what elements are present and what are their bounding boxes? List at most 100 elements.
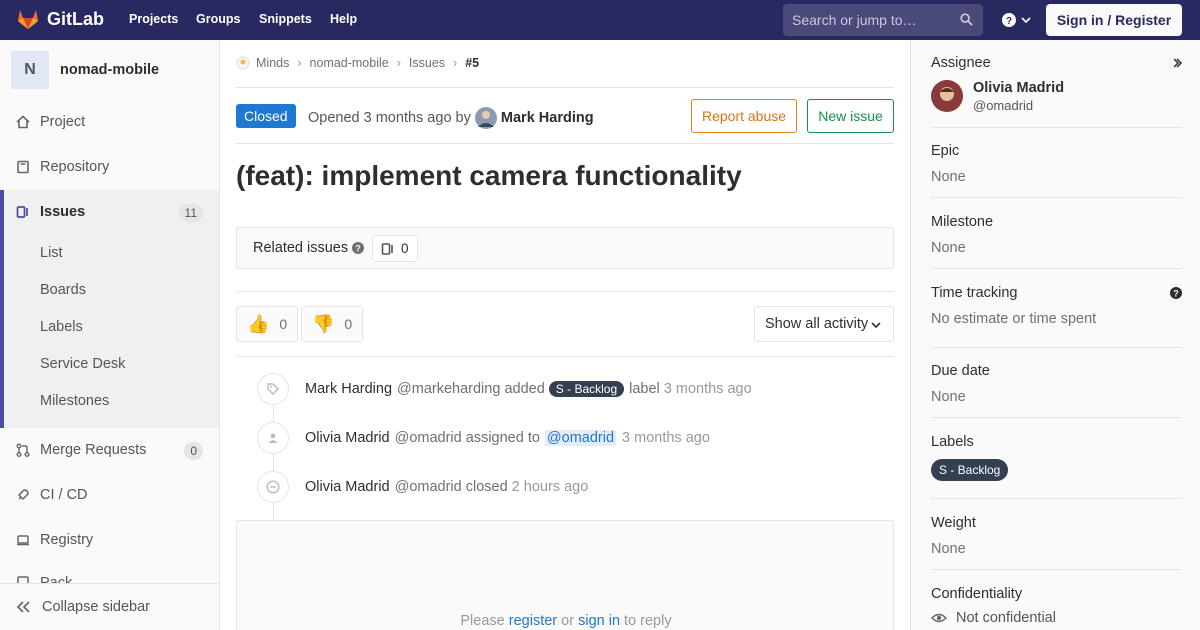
package-icon (17, 576, 29, 583)
related-issues-panel: Related issues ? 0 (236, 227, 894, 269)
assignee-label: Assignee (931, 55, 991, 71)
activity-filter-dropdown[interactable]: Show all activity (754, 306, 894, 342)
assignee-handle[interactable]: @omadrid (973, 98, 1033, 113)
breadcrumb-group[interactable]: Minds (256, 56, 289, 70)
sidebar-sub-service-desk[interactable]: Service Desk (40, 356, 125, 372)
label-badge[interactable]: S - Backlog (931, 459, 1009, 481)
reply-suffix: to reply (624, 613, 672, 629)
issue-title: (feat): implement camera functionality (236, 160, 742, 191)
sidebar-item-merge-requests[interactable]: Merge Requests 0 (0, 428, 219, 472)
sidebar-item-registry[interactable]: Registry (0, 518, 219, 562)
project-avatar[interactable]: N (11, 51, 49, 89)
question-circle-icon[interactable]: ? (352, 242, 364, 254)
status-badge: Closed (236, 104, 296, 128)
question-circle-icon[interactable]: ? (1170, 287, 1182, 299)
gitlab-logo[interactable]: GitLab (16, 7, 104, 31)
thumbs-down-count: 0 (344, 316, 353, 332)
confidentiality-block: Confidentiality Not confidential (931, 586, 1182, 626)
search-placeholder: Search or jump to… (792, 12, 917, 28)
sidebar-item-ci-cd[interactable]: CI / CD (0, 473, 219, 517)
new-issue-button[interactable]: New issue (807, 99, 894, 133)
sidebar-item-label: Repository (40, 159, 110, 175)
timeline-action: assigned to (465, 430, 540, 446)
related-count-value: 0 (401, 241, 409, 256)
breadcrumb-current[interactable]: #5 (465, 56, 479, 70)
user-icon (268, 433, 278, 443)
labels-block: Labels (931, 434, 1182, 450)
project-name[interactable]: nomad-mobile (60, 62, 159, 78)
breadcrumb: Minds › nomad-mobile › Issues › #5 (236, 56, 479, 70)
thumbs-down-button[interactable]: 👎 0 (301, 306, 364, 342)
timeline-author[interactable]: Olivia Madrid (305, 479, 390, 495)
milestone-value: None (931, 240, 966, 256)
double-chevron-right-icon[interactable] (1169, 57, 1183, 69)
timeline-entry: Olivia Madrid @omadrid assigned to @omad… (305, 430, 710, 446)
assignee-avatar[interactable] (931, 80, 963, 112)
sidebar-sub-list[interactable]: List (40, 245, 63, 261)
label-badge[interactable]: S - Backlog (548, 381, 625, 397)
assignee-block: Assignee (931, 55, 1182, 71)
divider (236, 356, 894, 357)
project-sidebar: N nomad-mobile Project Repository Issues… (0, 40, 220, 630)
user-mention[interactable]: @omadrid (544, 430, 617, 446)
milestone-block: Milestone None (931, 214, 1182, 256)
breadcrumb-issues[interactable]: Issues (409, 56, 445, 70)
timeline-handle[interactable]: @omadrid (395, 430, 462, 446)
nav-help[interactable]: Help (330, 12, 357, 26)
minus-circle-icon (266, 480, 280, 494)
timeline-entry: Mark Harding @markeharding added S - Bac… (305, 381, 752, 397)
labels-label: Labels (931, 434, 974, 450)
sidebar-sub-milestones[interactable]: Milestones (40, 393, 109, 409)
timeline-author[interactable]: Olivia Madrid (305, 430, 390, 446)
double-chevron-left-icon (16, 601, 30, 613)
breadcrumb-project[interactable]: nomad-mobile (310, 56, 389, 70)
epic-label: Epic (931, 143, 960, 159)
sidebar-item-repository[interactable]: Repository (0, 145, 219, 189)
chevron-right-icon: › (453, 56, 458, 70)
help-dropdown[interactable]: ? (1001, 11, 1033, 32)
sign-in-link[interactable]: sign in (578, 613, 620, 629)
sign-in-register-button[interactable]: Sign in / Register (1046, 4, 1182, 36)
sidebar-sub-boards[interactable]: Boards (40, 282, 86, 298)
sidebar-sub-labels[interactable]: Labels (40, 319, 83, 335)
nav-groups[interactable]: Groups (196, 12, 240, 26)
thumbs-up-icon: 👍 (247, 313, 270, 334)
timeline-author[interactable]: Mark Harding (305, 381, 392, 397)
timeline-time: 2 hours ago (511, 479, 589, 495)
divider (931, 417, 1182, 418)
weight-value: None (931, 541, 966, 557)
sidebar-item-packages[interactable]: Pack (0, 563, 219, 583)
due-date-block: Due date None (931, 363, 1182, 405)
collapse-sidebar-button[interactable]: Collapse sidebar (0, 583, 219, 630)
nav-snippets[interactable]: Snippets (259, 12, 312, 26)
due-date-label: Due date (931, 363, 990, 379)
author-avatar[interactable] (474, 107, 497, 129)
assignee-name[interactable]: Olivia Madrid (973, 80, 1064, 96)
divider (236, 291, 894, 292)
timeline-handle[interactable]: @omadrid (395, 479, 462, 495)
divider (236, 143, 894, 144)
chevron-right-icon: › (396, 56, 401, 70)
top-navbar: GitLab Projects Groups Snippets Help Sea… (0, 0, 1200, 40)
reply-box: Please register or sign in to reply (236, 520, 894, 630)
timeline-handle[interactable]: @markeharding (397, 381, 500, 397)
timeline-icon (257, 373, 289, 405)
sidebar-item-project[interactable]: Project (0, 100, 219, 144)
sidebar-item-issues[interactable]: Issues 11 (0, 190, 219, 234)
timeline-icon (257, 422, 289, 454)
confidentiality-value-row: Not confidential (931, 610, 1182, 626)
opened-prefix: Opened (308, 110, 360, 126)
register-link[interactable]: register (509, 613, 557, 629)
issue-meta: Opened 3 months ago by Mark Harding (308, 107, 594, 129)
timeline-icon (257, 471, 289, 503)
report-abuse-button[interactable]: Report abuse (691, 99, 797, 133)
thumbs-up-button[interactable]: 👍 0 (236, 306, 299, 342)
search-input[interactable]: Search or jump to… (783, 4, 983, 36)
sidebar-item-label: Project (40, 114, 86, 130)
nav-projects[interactable]: Projects (129, 12, 178, 26)
issues-icon (16, 206, 28, 218)
thumbs-down-icon: 👎 (312, 313, 335, 334)
book-icon (17, 160, 29, 174)
author-name[interactable]: Mark Harding (501, 110, 594, 126)
sidebar-item-label: Registry (40, 532, 94, 548)
